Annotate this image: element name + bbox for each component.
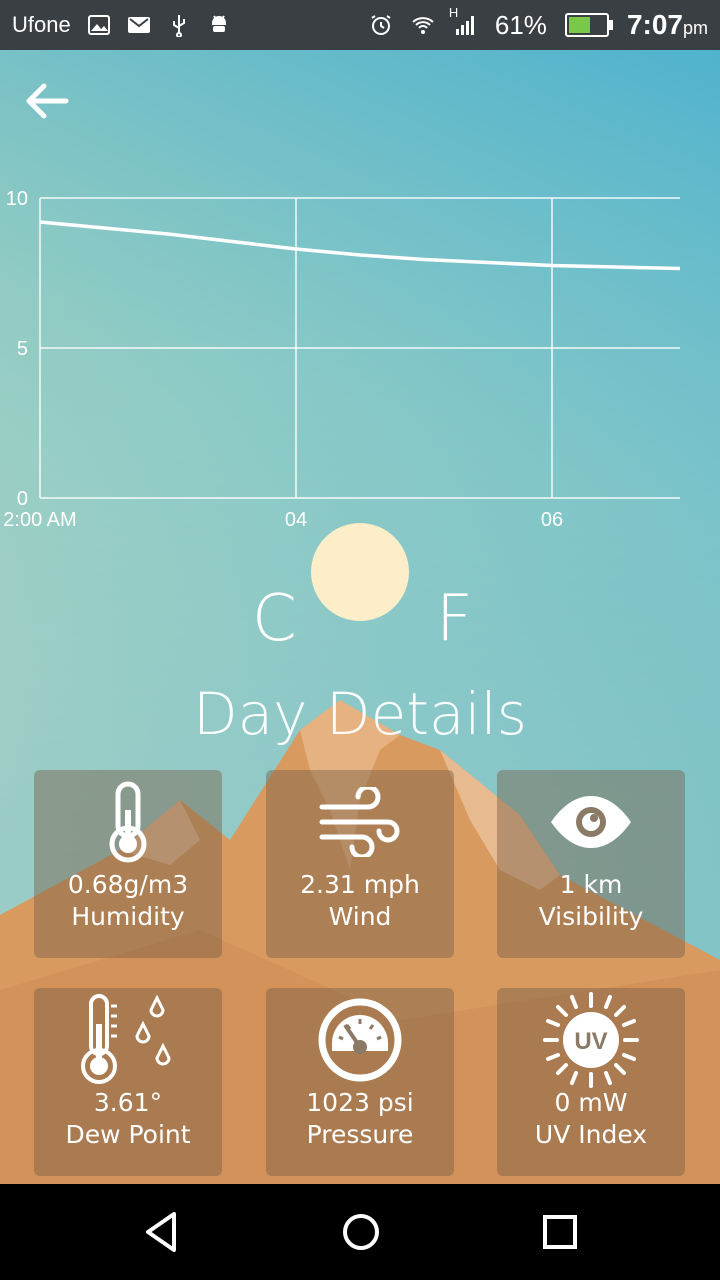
carrier-label: Ufone [12,12,71,37]
eye-icon [551,796,631,848]
battery-percent: 61% [494,9,547,40]
clock: 7:07pm [626,9,708,40]
wifi-icon [412,17,434,34]
pressure-label: Pressure [306,1120,414,1149]
wind-label: Wind [328,902,392,931]
y-tick-label: 10 [6,188,28,210]
x-tick-label: 06 [541,509,563,530]
android-icon [211,15,226,32]
dew-point-tile: 3.61° Dew Point [34,988,222,1176]
app-content: 0 5 10 2:00 AM 04 06 C F Day Details 0.68g/m3… [0,50,720,1184]
home-circle-icon [343,1214,379,1250]
pressure-value: 1023 psi [306,1088,414,1117]
nav-recents-button[interactable] [536,1208,584,1256]
pressure-tile: 1023 psi Pressure [266,988,454,1176]
dew-point-label: Dew Point [65,1120,191,1149]
sun-icon [311,523,409,621]
humidity-value: 0.68g/m3 [67,870,189,899]
uv-index-tile: UV 0 mW UV Index [497,988,685,1176]
image-icon [87,15,110,35]
visibility-tile: 1 km Visibility [497,770,685,958]
humidity-label: Humidity [71,902,185,931]
nav-back-button[interactable] [138,1208,186,1256]
battery-charging-icon [564,13,613,37]
x-tick-label: 04 [285,509,307,530]
visibility-value: 1 km [559,870,623,899]
uv-icon: UV [543,992,639,1088]
humidity-tile: 0.68g/m3 Humidity [34,770,222,958]
gmail-icon [127,17,150,33]
dew-point-value: 3.61° [93,1088,163,1117]
x-tick-label: 2:00 AM [3,509,76,530]
navigation-bar [0,1184,720,1280]
section-title: Day Details [192,680,528,748]
celsius-toggle[interactable]: C [252,582,297,656]
back-arrow-icon [26,83,69,119]
y-tick-label: 5 [17,338,28,360]
y-tick-label: 0 [17,488,28,510]
nav-home-button[interactable] [337,1208,385,1256]
uv-index-value: 0 mW [554,1088,628,1117]
wind-value: 2.31 mph [300,870,420,899]
recents-square-icon [543,1215,577,1249]
svg-text:UV: UV [574,1028,607,1055]
back-triangle-icon [146,1212,176,1252]
wind-tile: 2.31 mph Wind [266,770,454,958]
wind-icon [319,787,400,857]
visibility-label: Visibility [538,902,644,931]
temperature-line [39,220,681,271]
signal-icon: H [449,5,477,37]
back-button[interactable] [20,76,76,126]
usb-icon [172,15,185,37]
network-type: H [448,5,459,20]
status-bar: Ufone H 61% 7:07pm [0,0,720,50]
fahrenheit-toggle[interactable]: F [436,582,473,656]
gauge-icon [318,998,402,1082]
alarm-icon [371,15,391,35]
uv-index-label: UV Index [534,1120,648,1149]
dew-point-icon [81,994,171,1084]
temperature-chart: 0 5 10 2:00 AM 04 06 [3,188,681,530]
thermometer-icon [109,781,147,863]
